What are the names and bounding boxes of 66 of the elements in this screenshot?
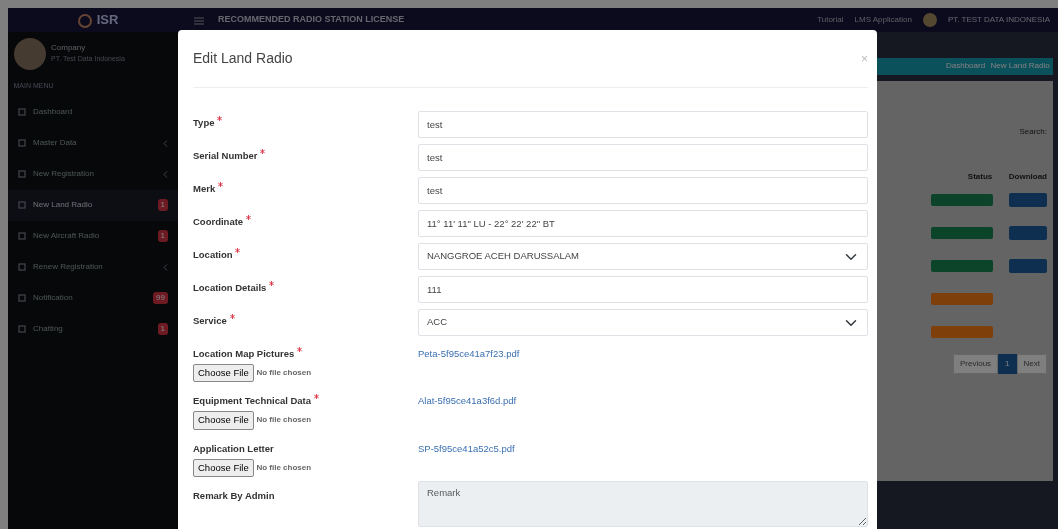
logo-text: ISR [96, 11, 119, 30]
sidebar-item[interactable]: Notification 99 [8, 282, 178, 314]
nav-link[interactable]: LMS Application [854, 14, 912, 26]
sidebar-item[interactable]: New Registration [8, 158, 178, 190]
menu-icon [18, 108, 26, 116]
pagination-button[interactable]: 1 [998, 353, 1017, 374]
menu-icon [18, 294, 26, 302]
text-field[interactable]: 111 [418, 276, 868, 303]
field-label: Location Map Pictures [193, 347, 295, 361]
pagination-button[interactable]: Next [1016, 353, 1047, 374]
column-header: Status [967, 171, 993, 183]
field-label: Location Details [193, 281, 267, 295]
menu-icon [18, 201, 26, 209]
download-button[interactable] [1009, 258, 1047, 273]
field-label: Application Letter [193, 441, 274, 456]
menu-icon [18, 232, 26, 240]
sidebar-item[interactable]: New Land Radio 1 [8, 189, 178, 221]
field-label: Merk [193, 182, 216, 196]
field-label: Coordinate [193, 215, 244, 229]
text-field[interactable]: test [418, 144, 868, 171]
menu-icon [18, 170, 26, 178]
menu-icon [18, 263, 26, 271]
avatar [13, 37, 46, 70]
sidebar-item[interactable]: Master Data [8, 127, 178, 159]
file-status: No file chosen [256, 414, 312, 427]
field-label: Location [193, 248, 233, 262]
file-button[interactable]: Choose File [193, 411, 254, 430]
sidebar-item[interactable]: Chatting 1 [8, 313, 178, 345]
menu-icon[interactable] [194, 16, 204, 25]
avatar [922, 13, 937, 27]
field-label: Service [193, 314, 227, 328]
file-link[interactable]: SP-5f95ce41a52c5.pdf [418, 433, 515, 456]
breadcrumb-item[interactable]: New Land Radio [990, 60, 1050, 73]
user-name: Company [51, 42, 87, 55]
close-button[interactable]: × [861, 49, 868, 68]
file-status: No file chosen [256, 461, 312, 474]
user-name[interactable]: PT. TEST DATA INDONESIA [947, 14, 1050, 26]
menu-icon [18, 139, 26, 147]
file-link[interactable]: Peta-5f95ce41a7f23.pdf [418, 339, 520, 362]
text-field[interactable]: 11° 11' 11" LU - 22° 22' 22" BT [418, 210, 868, 237]
download-button[interactable] [1009, 192, 1047, 207]
page-title: RECOMMENDED RADIO STATION LICENSE [218, 13, 405, 27]
field-label: Remark By Admin [193, 488, 275, 503]
file-link[interactable]: Alat-5f95ce41a3f6d.pdf [418, 386, 517, 409]
breadcrumb-item[interactable]: Dashboard [945, 60, 986, 73]
file-button[interactable]: Choose File [193, 364, 254, 383]
logo-icon [77, 13, 92, 28]
modal-title: Edit Land Radio [193, 49, 293, 68]
field-label: Type [193, 116, 215, 130]
menu-icon [18, 325, 26, 333]
file-status: No file chosen [256, 367, 312, 380]
select-field[interactable]: ACC [418, 309, 868, 336]
text-field[interactable]: test [418, 111, 868, 138]
pagination-button[interactable]: Previous [952, 353, 999, 374]
file-button[interactable]: Choose File [193, 458, 254, 477]
field-label: Serial Number [193, 149, 258, 163]
download-button[interactable] [1009, 225, 1047, 240]
nav-link[interactable]: Tutorial [817, 14, 844, 26]
sidebar-item[interactable]: New Aircraft Radio 1 [8, 220, 178, 252]
select-field[interactable]: NANGGROE ACEH DARUSSALAM [418, 243, 868, 270]
sidebar-item[interactable]: Renew Registration [8, 251, 178, 283]
search-label: Search: [1018, 126, 1047, 138]
field-label: Equipment Technical Data [193, 394, 312, 409]
sidebar-item[interactable]: Dashboard [8, 96, 178, 128]
column-header: Download [1008, 171, 1047, 183]
text-field[interactable]: test [418, 177, 868, 204]
